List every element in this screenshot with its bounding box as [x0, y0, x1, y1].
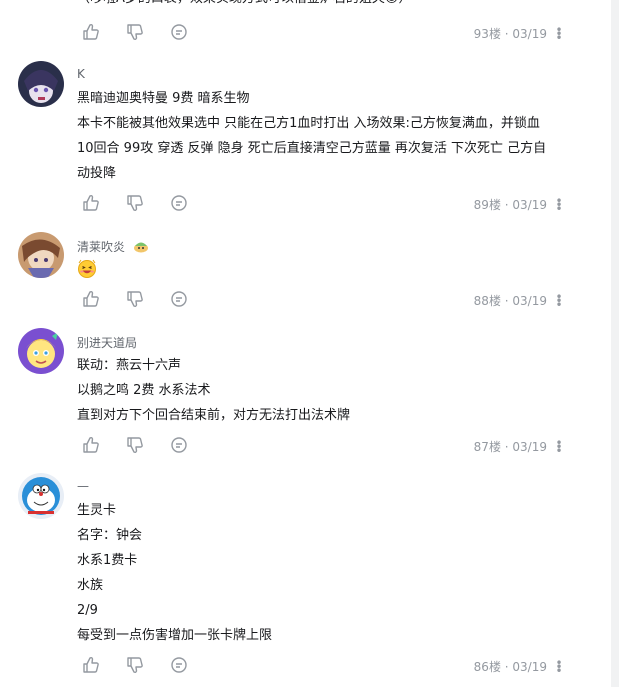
thumbs-up-icon[interactable] — [81, 289, 101, 309]
comment-text-line: 10回合 99攻 穿透 反弹 隐身 死亡后直接清空己方蓝量 再次复活 下次死亡 … — [77, 141, 547, 156]
comment-text-line: 联动：燕云十六声 — [77, 358, 182, 373]
username[interactable]: K — [77, 67, 85, 81]
comment-text-line: 以鹅之鸣 2费 水系法术 — [77, 383, 211, 398]
comment-date: 03/19 — [512, 660, 547, 674]
thumbs-up-icon[interactable] — [81, 655, 101, 675]
more-vertical-icon[interactable]: • • • — [553, 657, 565, 677]
comment-text-line: 水系1费卡 — [77, 553, 138, 568]
more-vertical-icon[interactable]: • • • — [553, 437, 565, 457]
comment-date: 03/19 — [512, 198, 547, 212]
username[interactable]: 别进天道局 — [77, 334, 137, 351]
floor-number: 87楼 — [473, 440, 501, 454]
thumbs-up-icon[interactable] — [81, 22, 101, 42]
comment-text-line: 生灵卡 — [77, 503, 117, 518]
username[interactable]: — — [77, 479, 89, 493]
comment-text-line: 每受到一点伤害增加一张卡牌上限 — [77, 628, 273, 643]
reply-bubble-icon[interactable] — [169, 289, 189, 309]
comment-text-line: 名字：钟会 — [77, 528, 143, 543]
reply-bubble-icon[interactable] — [169, 435, 189, 455]
username-row: 清莱吹炎 — [77, 238, 149, 256]
thumbs-down-icon[interactable] — [125, 289, 145, 309]
comment-meta: 89楼 · 03/19 — [473, 198, 547, 212]
comment-meta: 93楼 · 03/19 — [473, 27, 547, 41]
avatar[interactable] — [18, 61, 64, 107]
floor-number: 89楼 — [473, 198, 501, 212]
comment-text-line: 动投降 — [77, 166, 117, 181]
comment-date: 03/19 — [512, 27, 547, 41]
grin-emoji-icon — [77, 258, 97, 287]
comment-text-line — [77, 258, 97, 287]
thumbs-up-icon[interactable] — [81, 193, 101, 213]
more-vertical-icon[interactable]: • • • — [553, 24, 565, 44]
thumbs-down-icon[interactable] — [125, 193, 145, 213]
thumbs-up-icon[interactable] — [81, 435, 101, 455]
more-vertical-icon[interactable]: • • • — [553, 195, 565, 215]
username[interactable]: 清莱吹炎 — [77, 240, 125, 254]
avatar[interactable] — [18, 328, 64, 374]
avatar[interactable] — [18, 473, 64, 519]
scrollbar[interactable] — [611, 0, 619, 687]
comment-text-line: 黑暗迪迦奥特曼 9费 暗系生物 — [77, 91, 250, 106]
comment-date: 03/19 — [512, 440, 547, 454]
avatar[interactable] — [18, 232, 64, 278]
comment-text-line: 直到对方下个回合结束前，对方无法打出法术牌 — [77, 408, 351, 423]
comment-meta: 87楼 · 03/19 — [473, 440, 547, 454]
comment-meta: 86楼 · 03/19 — [473, 660, 547, 674]
floor-number: 93楼 — [473, 27, 501, 41]
comment-text-line: （哆啦A梦的口袋，效果实现方式可以借鉴炉石的姐夫😊） — [77, 0, 411, 11]
reply-bubble-icon[interactable] — [169, 22, 189, 42]
comment-meta: 88楼 · 03/19 — [473, 294, 547, 308]
more-vertical-icon[interactable]: • • • — [553, 291, 565, 311]
floor-number: 88楼 — [473, 294, 501, 308]
comment-text-line: 2/9 — [77, 603, 98, 618]
reply-bubble-icon[interactable] — [169, 193, 189, 213]
thumbs-down-icon[interactable] — [125, 22, 145, 42]
comment-date: 03/19 — [512, 294, 547, 308]
floor-number: 86楼 — [473, 660, 501, 674]
reply-bubble-icon[interactable] — [169, 655, 189, 675]
thumbs-down-icon[interactable] — [125, 435, 145, 455]
comment-text-line: 水族 — [77, 578, 104, 593]
comment-text-line: 本卡不能被其他效果选中 只能在己方1血时打出 入场效果:己方恢复满血，并锁血 — [77, 116, 540, 131]
user-badge-icon — [133, 239, 149, 256]
thumbs-down-icon[interactable] — [125, 655, 145, 675]
